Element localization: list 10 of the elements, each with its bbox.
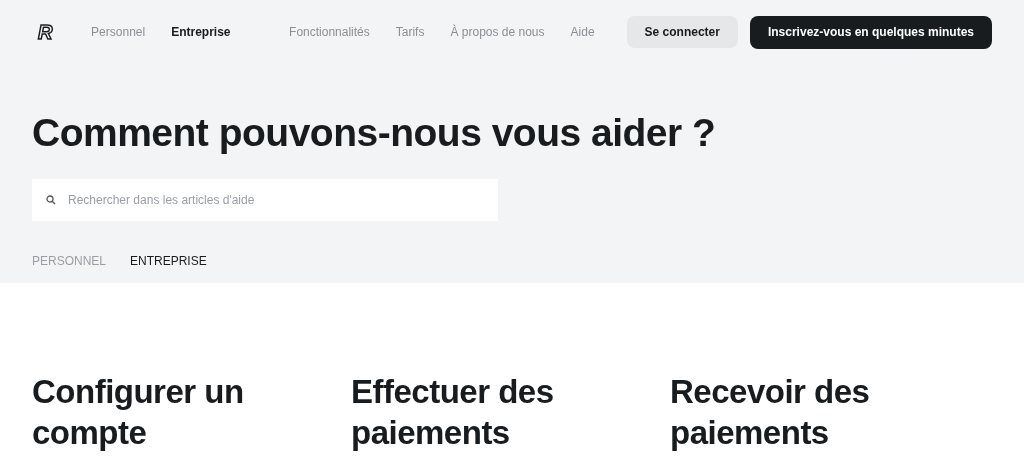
login-button[interactable]: Se connecter — [626, 16, 738, 48]
tab[interactable]: ENTREPRISE — [130, 254, 207, 268]
category-heading[interactable]: Configurer un compte — [32, 371, 282, 453]
category-heading[interactable]: Effectuer des paiements — [351, 371, 601, 453]
category-heading[interactable]: Recevoir des paiements — [670, 371, 920, 453]
page-title: Comment pouvons-nous vous aider ? — [32, 110, 717, 156]
segment-link[interactable]: Entreprise — [171, 25, 231, 39]
search-field[interactable]: Rechercher dans les articles d'aide — [32, 179, 498, 221]
signup-button[interactable]: Inscrivez-vous en quelques minutes — [749, 15, 992, 49]
search-icon — [46, 195, 56, 205]
